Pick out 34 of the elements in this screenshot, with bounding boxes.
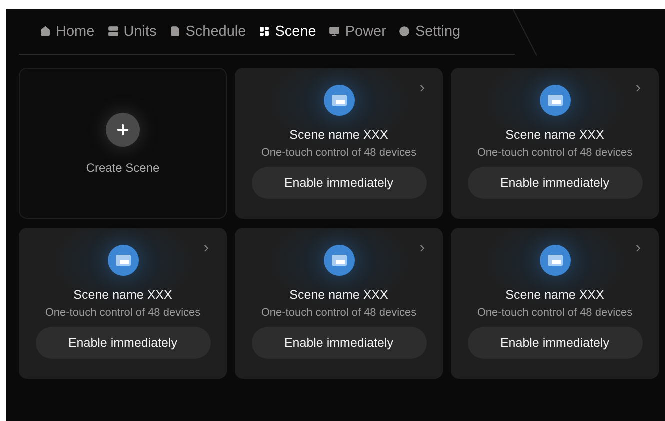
scene-title: Scene name XXX bbox=[506, 288, 604, 302]
device-icon bbox=[108, 245, 138, 276]
device-icon bbox=[324, 245, 354, 276]
monitor-icon bbox=[329, 26, 340, 37]
enable-button[interactable]: Enable immediately bbox=[468, 167, 642, 199]
scene-title: Scene name XXX bbox=[290, 288, 388, 302]
grid-icon bbox=[259, 26, 270, 37]
device-icon bbox=[540, 85, 570, 116]
scene-description: One-touch control of 48 devices bbox=[261, 307, 417, 319]
nav-tab[interactable]: Scene bbox=[259, 24, 316, 40]
server-icon bbox=[108, 26, 119, 37]
scene-description: One-touch control of 48 devices bbox=[477, 307, 633, 319]
plus-icon bbox=[106, 112, 140, 146]
create-scene-card[interactable]: Create Scene bbox=[19, 68, 227, 219]
nav-tab[interactable]: Units bbox=[108, 24, 157, 40]
scene-title: Scene name XXX bbox=[506, 128, 604, 142]
device-icon bbox=[540, 245, 570, 276]
enable-button[interactable]: Enable immediately bbox=[252, 327, 426, 359]
enable-button[interactable]: Enable immediately bbox=[468, 327, 642, 359]
enable-button[interactable]: Enable immediately bbox=[252, 167, 426, 199]
scene-description: One-touch control of 48 devices bbox=[477, 147, 633, 159]
scene-description: One-touch control of 48 devices bbox=[261, 147, 417, 159]
home-icon bbox=[40, 26, 51, 37]
nav-tab[interactable]: Home bbox=[40, 24, 95, 40]
enable-button[interactable]: Enable immediately bbox=[36, 327, 210, 359]
create-scene-label: Create Scene bbox=[86, 160, 160, 174]
scene-description: One-touch control of 48 devices bbox=[45, 307, 201, 319]
scene-title: Scene name XXX bbox=[290, 128, 388, 142]
nav-tab[interactable]: Power bbox=[329, 24, 386, 40]
nav-tab[interactable]: Setting bbox=[399, 24, 461, 40]
document-icon bbox=[170, 26, 181, 37]
scene-title: Scene name XXX bbox=[74, 288, 172, 302]
device-icon bbox=[324, 85, 354, 116]
nav-tab[interactable]: Schedule bbox=[170, 24, 246, 40]
